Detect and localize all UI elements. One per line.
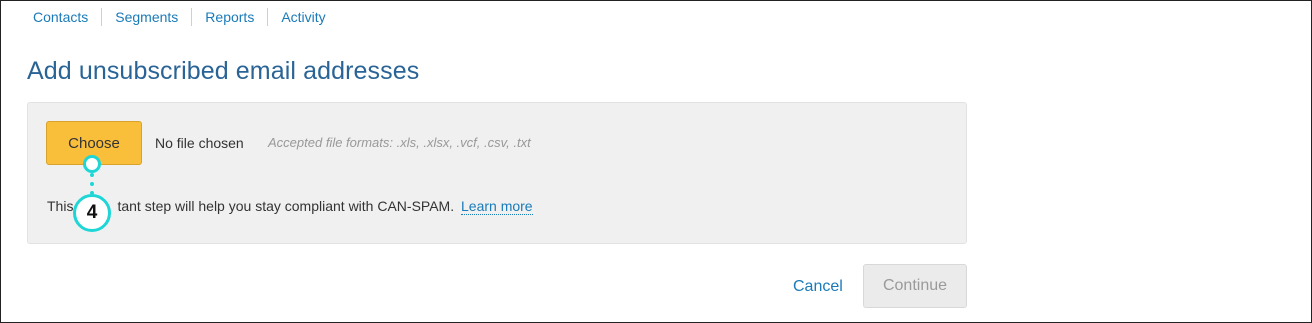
continue-button[interactable]: Continue <box>863 264 967 308</box>
top-navigation: Contacts Segments Reports Activity <box>20 8 339 26</box>
help-text-start: This <box>47 198 74 214</box>
callout-connector-line <box>90 173 94 195</box>
nav-activity[interactable]: Activity <box>267 8 338 26</box>
help-text-end: tant step will help you stay compliant w… <box>117 198 455 214</box>
file-status-text: No file chosen <box>155 135 244 151</box>
page-title: Add unsubscribed email addresses <box>27 57 420 85</box>
upload-panel: Choose No file chosen Accepted file form… <box>27 102 967 244</box>
compliance-help-text: This tant step will help you stay complia… <box>47 198 533 215</box>
callout-step-badge: 4 <box>73 194 111 232</box>
window-frame: Contacts Segments Reports Activity Add u… <box>0 0 1312 323</box>
learn-more-link[interactable]: Learn more <box>461 198 533 215</box>
cancel-link[interactable]: Cancel <box>793 278 843 296</box>
accepted-formats-hint: Accepted file formats: .xls, .xlsx, .vcf… <box>268 135 531 150</box>
nav-reports[interactable]: Reports <box>191 8 267 26</box>
nav-segments[interactable]: Segments <box>101 8 191 26</box>
callout-anchor-dot <box>83 155 101 173</box>
nav-contacts[interactable]: Contacts <box>20 8 101 26</box>
